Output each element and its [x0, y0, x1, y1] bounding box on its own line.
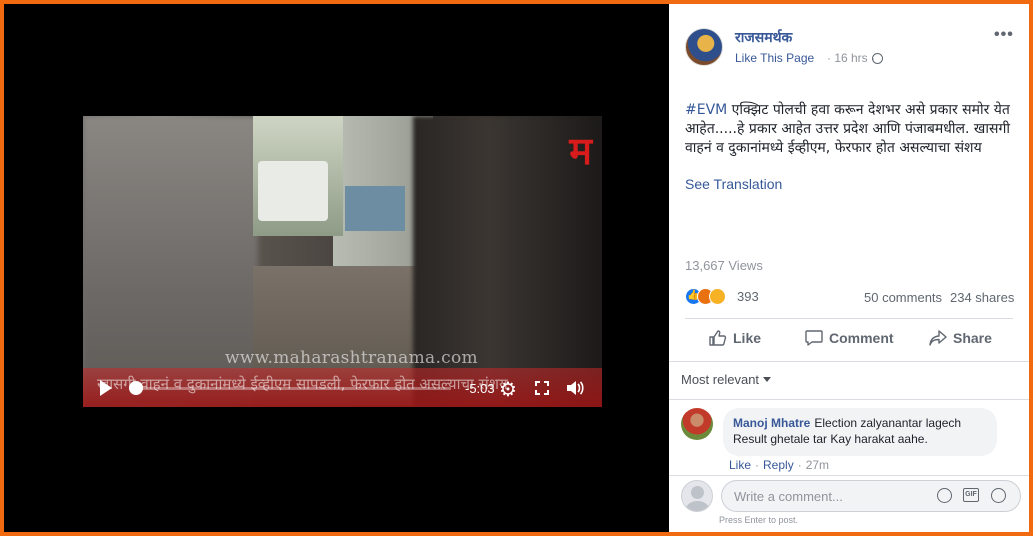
fullscreen-icon[interactable]: [535, 381, 549, 395]
post-body: एक्झिट पोलची हवा करून देशभर असे प्रकार स…: [685, 102, 1010, 156]
view-count: 13,667 Views: [685, 258, 763, 273]
video-pane: म खासगी वाहनं व दुकानांमध्ये ईव्हीएम साप…: [4, 4, 672, 532]
share-button[interactable]: Share: [929, 330, 992, 350]
more-options-icon[interactable]: •••: [994, 26, 1014, 44]
comment-count-link[interactable]: 50 comments: [864, 290, 942, 305]
commenter-avatar[interactable]: [681, 408, 713, 440]
comment-like-link[interactable]: Like: [729, 458, 751, 472]
comment-sort-dropdown[interactable]: Most relevant: [681, 372, 772, 387]
divider: [669, 475, 1029, 476]
comment-button-label: Comment: [829, 330, 894, 346]
page-name[interactable]: राजसमर्थक: [735, 28, 792, 47]
video-frame-vehicle: [258, 161, 328, 221]
reaction-count: 393: [737, 289, 759, 304]
video-player[interactable]: म खासगी वाहनं व दुकानांमध्ये ईव्हीएम साप…: [83, 116, 602, 407]
thumbs-up-icon: [709, 330, 727, 346]
comment-button[interactable]: Comment: [805, 330, 894, 350]
like-page-link[interactable]: Like This Page: [735, 51, 814, 65]
video-controls: -5:03 ⚙: [83, 374, 602, 404]
divider: [685, 318, 1013, 319]
share-button-label: Share: [953, 330, 992, 346]
comment-bubble: Manoj Mhatre Election zalyanantar lagech …: [723, 408, 997, 456]
play-icon[interactable]: [100, 380, 112, 396]
post-panel: राजसमर्थक Like This Page · 16 hrs · ••• …: [669, 4, 1029, 532]
chevron-down-icon: [763, 377, 772, 382]
comment-time[interactable]: 27m: [806, 458, 829, 472]
comment-reply-link[interactable]: Reply: [763, 458, 794, 472]
channel-logo-icon: म: [569, 129, 592, 173]
like-button-label: Like: [733, 330, 762, 346]
see-translation-link[interactable]: See Translation: [685, 176, 782, 192]
page-avatar[interactable]: [685, 28, 723, 66]
emoji-icon[interactable]: [937, 488, 952, 503]
sticker-icon[interactable]: [991, 488, 1006, 503]
post-timestamp[interactable]: · 16 hrs ·: [827, 51, 875, 65]
settings-icon[interactable]: ⚙: [499, 377, 517, 402]
progress-thumb[interactable]: [129, 381, 143, 395]
user-avatar: [681, 480, 713, 512]
divider: [669, 361, 1029, 362]
volume-icon[interactable]: [565, 379, 585, 397]
post-text: #EVM एक्झिट पोलची हवा करून देशभर असे प्र…: [685, 101, 1015, 158]
watermark-site: www.maharashtranama.com: [225, 348, 478, 368]
divider: [669, 399, 1029, 400]
globe-icon: [872, 53, 883, 64]
comment-actions: Like · Reply · 27m: [729, 458, 830, 472]
share-count-link[interactable]: 234 shares: [950, 290, 1014, 305]
haha-reaction-icon: [709, 288, 726, 305]
gif-icon[interactable]: GIF: [963, 488, 979, 502]
comment-icon: [805, 330, 823, 346]
like-button[interactable]: Like: [709, 330, 761, 350]
commenter-name[interactable]: Manoj Mhatre: [733, 416, 810, 430]
hashtag-link[interactable]: #EVM: [685, 102, 727, 118]
press-enter-hint: Press Enter to post.: [719, 515, 799, 525]
progress-bar[interactable]: [131, 387, 451, 390]
sort-label: Most relevant: [681, 372, 760, 387]
share-icon: [929, 330, 947, 346]
video-frame-evm: [345, 186, 405, 231]
time-remaining: -5:03: [465, 381, 495, 396]
